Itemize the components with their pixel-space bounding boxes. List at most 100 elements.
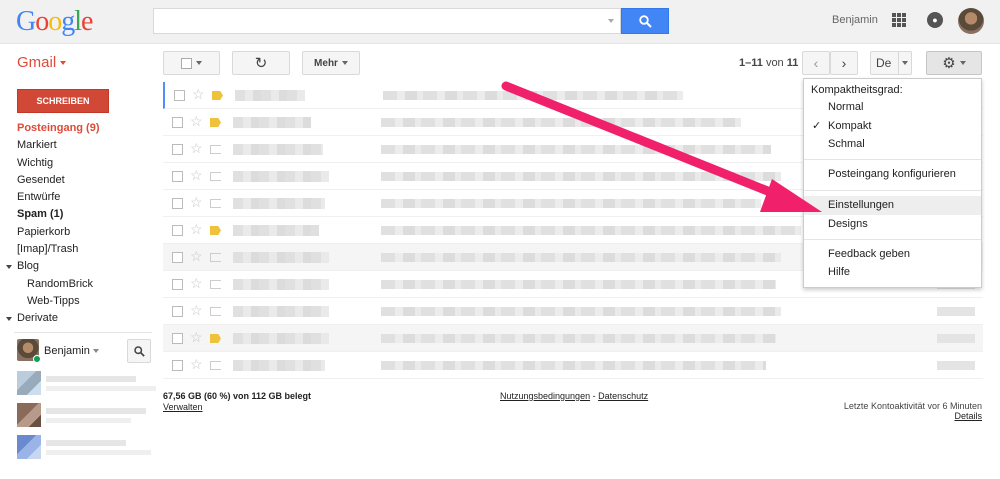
importance-marker-icon[interactable] [210,199,221,208]
density-compact-option[interactable]: ✓ Kompakt [804,117,981,136]
mail-row-checkbox[interactable] [172,306,183,317]
star-icon[interactable]: ☆ [190,167,203,183]
chat-contact[interactable] [14,371,156,397]
sidebar-item-spam[interactable]: Spam (1) [0,206,152,223]
star-icon[interactable]: ☆ [190,356,203,372]
select-all-button[interactable] [163,51,220,75]
settings-button[interactable]: ⚙ [926,51,982,75]
chat-contact[interactable] [14,403,154,429]
input-language-button[interactable]: De [870,51,912,75]
sidebar-item-imap-trash[interactable]: [Imap]/Trash [0,241,152,258]
mail-date-redacted [937,334,975,343]
mail-row-checkbox[interactable] [172,144,183,155]
importance-marker-icon[interactable] [210,280,221,289]
mail-row-checkbox[interactable] [172,225,183,236]
search-options-chevron-icon[interactable] [608,19,614,23]
mail-sender-redacted [233,333,329,344]
mail-subject-redacted [381,145,771,154]
sidebar-item-blog[interactable]: Blog [0,258,152,275]
settings-option[interactable]: Einstellungen [804,196,981,215]
density-normal-option[interactable]: Normal [804,98,981,117]
configure-inbox-option[interactable]: Posteingang konfigurieren [804,165,981,184]
mail-subject-redacted [381,307,781,316]
sidebar-item-starred[interactable]: Markiert [0,137,152,154]
mail-subject-redacted [381,172,781,181]
density-narrow-option[interactable]: Schmal [804,135,981,154]
themes-option[interactable]: Designs [804,215,981,234]
refresh-button[interactable]: ↻ [232,51,290,75]
chat-contact[interactable] [14,435,154,461]
mail-row-checkbox[interactable] [172,198,183,209]
apps-grid-icon[interactable] [892,13,906,27]
mail-row-checkbox[interactable] [172,360,183,371]
star-icon[interactable]: ☆ [190,248,203,264]
sidebar-item-drafts[interactable]: Entwürfe [0,189,152,206]
mail-row-checkbox[interactable] [172,171,183,182]
mail-row[interactable]: ☆ [163,352,983,379]
mail-sender-redacted [233,225,319,236]
sidebar-item-inbox[interactable]: Posteingang (9) [0,120,152,137]
star-icon[interactable]: ☆ [190,140,203,156]
importance-marker-icon[interactable] [210,172,221,181]
star-icon[interactable]: ☆ [190,221,203,237]
legal-separator: - [592,391,596,401]
top-bar: Google Benjamin ● [0,0,1000,44]
older-page-button[interactable]: › [830,51,858,75]
star-icon[interactable]: ☆ [192,86,205,102]
more-button[interactable]: Mehr [302,51,360,75]
compose-button[interactable]: SCHREIBEN [17,89,109,113]
checkmark-icon: ✓ [812,120,822,132]
sidebar-item-randombrick[interactable]: RandomBrick [0,276,152,293]
send-feedback-option[interactable]: Feedback geben [804,245,981,264]
header-user-name[interactable]: Benjamin [832,14,878,26]
pager-count[interactable]: 1–11 von 11 [739,57,798,69]
importance-marker-icon[interactable] [210,307,221,316]
gear-icon: ⚙ [942,55,956,72]
input-language-label: De [876,56,892,70]
mail-sender-redacted [233,171,329,182]
importance-marker-icon[interactable] [212,91,223,100]
search-input[interactable] [154,9,594,33]
mail-row[interactable]: ☆ [163,325,983,352]
search-button[interactable] [621,8,669,34]
importance-marker-icon[interactable] [210,361,221,370]
importance-marker-icon[interactable] [210,253,221,262]
sidebar-item-sent[interactable]: Gesendet [0,172,152,189]
importance-marker-icon[interactable] [210,145,221,154]
mail-row-checkbox[interactable] [172,252,183,263]
importance-marker-icon[interactable] [210,118,221,127]
search-icon [133,345,145,357]
star-icon[interactable]: ☆ [190,329,203,345]
star-icon[interactable]: ☆ [190,194,203,210]
star-icon[interactable]: ☆ [190,113,203,129]
chat-divider [14,332,152,333]
terms-link[interactable]: Nutzungsbedingungen [500,391,590,401]
chat-search-button[interactable] [127,339,151,363]
help-option[interactable]: Hilfe [804,263,981,282]
select-all-checkbox[interactable] [181,57,192,69]
chevron-down-icon[interactable] [902,61,908,65]
google-logo[interactable]: Google [16,6,93,38]
star-icon[interactable]: ☆ [190,302,203,318]
sidebar-item-trash[interactable]: Papierkorb [0,224,152,241]
gmail-menu[interactable]: Gmail [17,54,67,71]
chat-user-menu[interactable]: Benjamin [44,345,99,357]
account-avatar[interactable] [958,8,984,34]
importance-marker-icon[interactable] [210,226,221,235]
manage-storage-link[interactable]: Verwalten [163,402,203,412]
mail-row-checkbox[interactable] [174,90,185,101]
mail-row[interactable]: ☆ [163,298,983,325]
sidebar-item-web-tipps[interactable]: Web-Tipps [0,293,152,310]
sidebar-nav: Posteingang (9) Markiert Wichtig Gesende… [0,120,152,328]
importance-marker-icon[interactable] [210,334,221,343]
newer-page-button[interactable]: ‹ [802,51,830,75]
sidebar-item-derivate[interactable]: Derivate [0,310,152,327]
sidebar-item-important[interactable]: Wichtig [0,155,152,172]
mail-row-checkbox[interactable] [172,279,183,290]
mail-row-checkbox[interactable] [172,333,183,344]
star-icon[interactable]: ☆ [190,275,203,291]
notifications-bell-icon[interactable]: ● [927,12,943,28]
mail-row-checkbox[interactable] [172,117,183,128]
activity-details-link[interactable]: Details [954,411,982,421]
privacy-link[interactable]: Datenschutz [598,391,648,401]
